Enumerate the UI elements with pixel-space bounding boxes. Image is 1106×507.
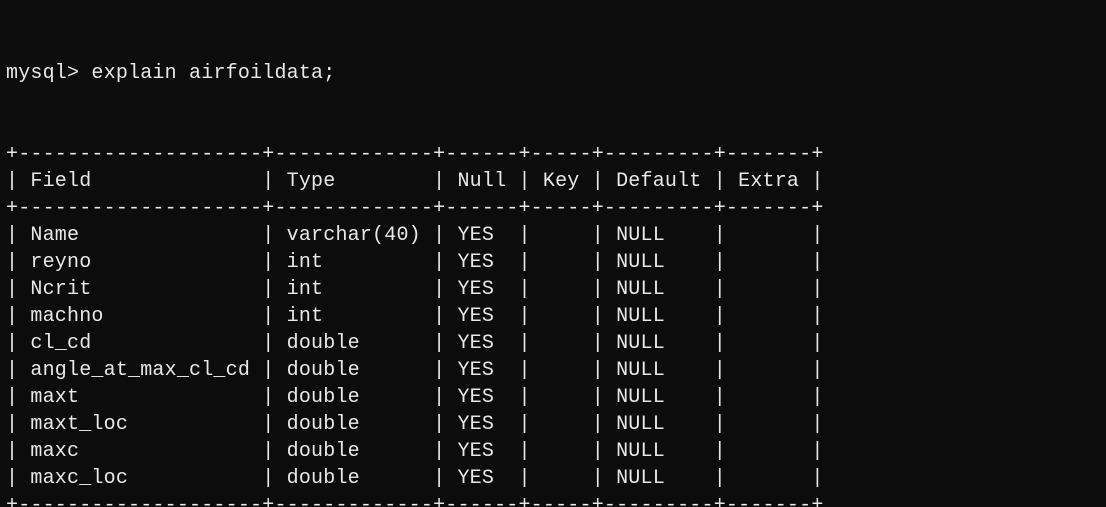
table-separator: +--------------------+-------------+----… [6, 141, 1100, 168]
result-table: +--------------------+-------------+----… [6, 141, 1100, 507]
shell-prompt: mysql> [6, 62, 79, 85]
table-row: | angle_at_max_cl_cd | double | YES | | … [6, 357, 1100, 384]
table-row: | machno | int | YES | | NULL | | [6, 303, 1100, 330]
terminal-output: mysql> explain airfoildata; +-----------… [0, 0, 1106, 507]
table-row: | maxc | double | YES | | NULL | | [6, 438, 1100, 465]
table-separator: +--------------------+-------------+----… [6, 492, 1100, 507]
table-row: | maxt_loc | double | YES | | NULL | | [6, 411, 1100, 438]
table-row: | cl_cd | double | YES | | NULL | | [6, 330, 1100, 357]
table-separator: +--------------------+-------------+----… [6, 195, 1100, 222]
table-row: | Ncrit | int | YES | | NULL | | [6, 276, 1100, 303]
table-row: | maxt | double | YES | | NULL | | [6, 384, 1100, 411]
table-row: | maxc_loc | double | YES | | NULL | | [6, 465, 1100, 492]
prompt-line[interactable]: mysql> explain airfoildata; [6, 60, 1100, 87]
sql-command[interactable]: explain airfoildata; [91, 62, 335, 85]
table-row: | Name | varchar(40) | YES | | NULL | | [6, 222, 1100, 249]
table-row: | reyno | int | YES | | NULL | | [6, 249, 1100, 276]
table-header-row: | Field | Type | Null | Key | Default | … [6, 168, 1100, 195]
